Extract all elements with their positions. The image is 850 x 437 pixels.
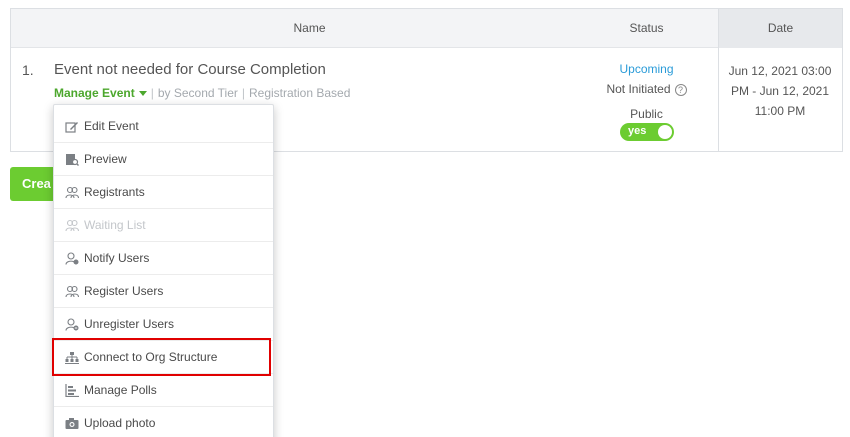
preview-icon [66, 154, 79, 166]
menu-item-register-users[interactable]: Register Users [54, 275, 273, 308]
toggle-knob [658, 125, 672, 139]
menu-item-connect-org-structure[interactable]: Connect to Org Structure [54, 341, 273, 374]
users-icon [65, 285, 79, 298]
users-icon [65, 219, 79, 232]
event-tier: by Second Tier [157, 86, 238, 100]
camera-icon [65, 418, 79, 429]
column-divider [718, 48, 719, 152]
menu-item-label: Registrants [84, 185, 145, 199]
menu-item-registrants[interactable]: Registrants [54, 176, 273, 209]
menu-item-label: Upload photo [84, 416, 156, 430]
column-header-date[interactable]: Date [718, 9, 842, 48]
menu-item-waiting-list: Waiting List [54, 209, 273, 242]
caret-down-icon [138, 91, 147, 97]
event-title[interactable]: Event not needed for Course Completion [54, 61, 326, 78]
event-registration-type: Registration Based [249, 86, 351, 100]
menu-item-upload-photo[interactable]: Upload photo [54, 407, 273, 437]
menu-item-notify-users[interactable]: Notify Users [54, 242, 273, 275]
status-initiated: Not Initiated? [589, 82, 704, 96]
notify-user-icon [65, 252, 79, 265]
table-header: Name Status Date [11, 9, 842, 48]
date-line: Jun 12, 2021 03:00 [728, 64, 832, 78]
menu-item-manage-polls[interactable]: Manage Polls [54, 374, 273, 407]
menu-item-edit-event[interactable]: Edit Event [54, 110, 273, 143]
date-line: 11:00 PM [754, 104, 806, 118]
menu-item-label: Unregister Users [84, 317, 175, 331]
row-number: 1. [22, 62, 34, 78]
toggle-label: yes [628, 125, 647, 137]
menu-item-preview[interactable]: Preview [54, 143, 273, 176]
menu-item-label: Register Users [84, 284, 164, 298]
menu-item-label: Connect to Org Structure [84, 350, 218, 364]
event-meta: Manage Event | by Second Tier | Registration… [54, 86, 350, 100]
menu-item-label: Manage Polls [84, 383, 157, 397]
polls-icon [65, 384, 79, 397]
manage-event-menu: Edit Event Preview Registrants Waiting L… [53, 104, 274, 437]
manage-event-button[interactable]: Manage Event [54, 86, 147, 100]
separator: | [150, 86, 154, 100]
menu-item-label: Preview [84, 152, 127, 166]
unregister-user-icon [65, 318, 79, 331]
users-icon [65, 186, 79, 199]
menu-item-label: Notify Users [84, 251, 150, 265]
menu-item-unregister-users[interactable]: Unregister Users [54, 308, 273, 341]
org-structure-icon [65, 352, 79, 364]
help-icon[interactable]: ? [674, 84, 687, 96]
column-header-status[interactable]: Status [589, 9, 704, 48]
status-initiated-label: Not Initiated [606, 82, 671, 96]
manage-event-label: Manage Event [54, 86, 135, 100]
public-toggle[interactable]: yes [620, 123, 674, 141]
edit-icon [65, 122, 78, 133]
separator: | [241, 86, 245, 100]
status-upcoming: Upcoming [619, 62, 674, 76]
event-date: Jun 12, 2021 03:00 PM - Jun 12, 2021 11:… [723, 61, 837, 121]
menu-item-label: Waiting List [84, 218, 146, 232]
column-header-name[interactable]: Name [11, 9, 608, 48]
menu-item-label: Edit Event [84, 119, 139, 133]
date-line: PM - Jun 12, 2021 [730, 84, 830, 98]
visibility-label: Public [630, 107, 663, 121]
